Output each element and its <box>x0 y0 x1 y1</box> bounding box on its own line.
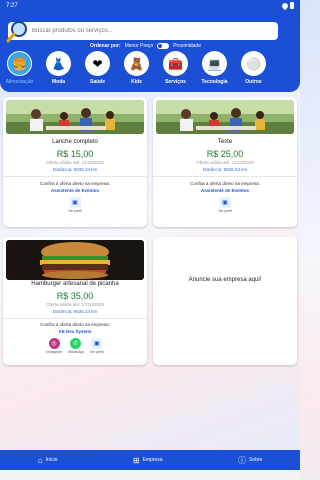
instagram-button[interactable]: ◎ Instagram <box>46 338 62 354</box>
category-label: Serviços <box>165 79 186 85</box>
category-label: Kids <box>131 79 142 85</box>
category-label: Outros <box>245 79 262 85</box>
offer-card[interactable]: Hamburger artesanal de picanha R$ 35,00 … <box>3 237 147 365</box>
nav-empresa[interactable]: ⊞ Empresa <box>133 456 163 465</box>
category-label: Moda <box>51 79 66 85</box>
nav-label: Início <box>45 457 58 463</box>
status-bar: 7:27 <box>0 0 300 12</box>
offer-company-text: Confira a oferta direto na empresa: <box>40 322 110 327</box>
instagram-icon: ◎ <box>48 338 60 349</box>
bottom-nav: ⌂ Início ⊞ Empresa ⓘ Sobre <box>0 450 300 470</box>
category-label: Saúde <box>89 79 105 85</box>
category-moda[interactable]: 👗 Moda <box>45 51 72 91</box>
whatsapp-button[interactable]: ✆ WhatsApp <box>68 338 84 354</box>
search-input[interactable] <box>32 25 272 37</box>
category-saude[interactable]: ❤ Saúde <box>84 51 111 91</box>
offer-company-text: Confira a oferta direto na empresa: <box>40 181 110 186</box>
nav-sobre[interactable]: ⓘ Sobre <box>238 455 262 466</box>
offer-photo-family <box>6 100 144 134</box>
search-bar[interactable] <box>6 19 278 43</box>
category-kids[interactable]: 🧸 Kids <box>123 51 150 91</box>
offer-company-name: Assistente de Eventos <box>200 188 250 193</box>
sort-option-price[interactable]: Menor Preço <box>125 43 154 49</box>
offer-company-text: Confira a oferta direto na empresa: <box>190 181 260 186</box>
category-label: Tecnologia <box>201 79 228 85</box>
advertise-text: Anuncie sua empresa aqui! <box>188 277 262 283</box>
contact-label: Ver perfil <box>89 350 104 354</box>
toolbox-icon: 🧰 <box>163 51 188 76</box>
battery-icon <box>290 2 294 9</box>
offer-valid-date: Oferta válida até: 11/10/2025 <box>196 160 254 165</box>
nav-label: Sobre <box>248 457 263 463</box>
profile-icon: ▣ <box>69 197 81 208</box>
home-icon: ⌂ <box>37 455 43 465</box>
contact-label: Ver perfil <box>218 209 232 213</box>
offer-company-name: AE Dev System <box>58 329 92 334</box>
sort-option-proximity[interactable]: Proximidade <box>173 43 201 49</box>
profile-icon: ▣ <box>91 338 103 349</box>
offer-price: R$ 25,00 <box>206 149 244 159</box>
offer-company-name: Assistente de Eventos <box>50 188 100 193</box>
offer-card[interactable]: Lanche completo R$ 15,00 Oferta válida a… <box>3 97 147 227</box>
profile-button[interactable]: ▣ Ver perfil <box>68 197 82 213</box>
category-label: Alimentação <box>5 79 34 85</box>
sort-label: Ordenar por: <box>90 43 121 49</box>
offer-title: Teste <box>217 139 233 145</box>
offer-photo-family <box>156 100 294 134</box>
whatsapp-icon: ✆ <box>70 338 82 349</box>
dress-icon: 👗 <box>46 51 71 76</box>
offer-distance: Distância: 9835.34 km <box>52 167 98 172</box>
contact-label: Ver perfil <box>68 209 82 213</box>
profile-button[interactable]: ▣ Ver perfil <box>218 197 232 213</box>
nav-label: Empresa <box>142 457 163 463</box>
category-outros[interactable]: ⚪ Outros <box>240 51 267 91</box>
laptop-icon: 💻 <box>202 51 227 76</box>
divider <box>153 176 297 177</box>
info-icon: ⓘ <box>237 455 246 465</box>
divider <box>3 318 147 319</box>
building-icon: ⊞ <box>132 455 140 465</box>
contact-label: WhatsApp <box>67 350 84 354</box>
app-header: 7:27 Ordenar por: Menor Preço Proximidad… <box>0 0 300 92</box>
offer-valid-date: Oferta válida até: 11/10/2025 <box>46 160 104 165</box>
profile-icon: ▣ <box>219 197 231 208</box>
wifi-icon <box>280 1 290 10</box>
offer-price: R$ 35,00 <box>56 291 94 301</box>
offer-valid-date: Oferta válida até: 17/10/2025 <box>45 302 105 307</box>
offer-card[interactable]: Teste R$ 25,00 Oferta válida até: 11/10/… <box>153 97 297 227</box>
contact-label: Instagram <box>46 350 62 354</box>
search-icon[interactable] <box>6 19 30 43</box>
offer-title: Lanche completo <box>52 139 98 145</box>
food-icon: 🍔 <box>7 51 32 76</box>
status-time: 7:27 <box>6 3 18 9</box>
category-alimentacao[interactable]: 🍔 Alimentação <box>6 51 33 91</box>
category-tecnologia[interactable]: 💻 Tecnologia <box>201 51 228 91</box>
offer-price: R$ 15,00 <box>56 149 94 159</box>
nav-home[interactable]: ⌂ Início <box>38 456 58 465</box>
others-icon: ⚪ <box>241 51 266 76</box>
sort-toggle[interactable] <box>157 43 170 49</box>
category-list: 🍔 Alimentação 👗 Moda ❤ Saúde 🧸 Kids 🧰 Se… <box>6 51 296 91</box>
offer-title: Hamburger artesanal de picanha <box>31 281 119 287</box>
heart-icon: ❤ <box>85 51 110 76</box>
offer-distance: Distância: 9835.34 km <box>52 309 98 314</box>
offer-photo-burger <box>6 240 144 280</box>
system-nav-bar <box>0 470 300 480</box>
toy-icon: 🧸 <box>124 51 149 76</box>
sort-row: Ordenar por: Menor Preço Proximidade <box>90 42 201 50</box>
offer-distance: Distância: 9835.34 km <box>202 167 248 172</box>
advertise-card[interactable]: Anuncie sua empresa aqui! <box>153 237 297 365</box>
category-servicos[interactable]: 🧰 Serviços <box>162 51 189 91</box>
divider <box>3 176 147 177</box>
profile-button[interactable]: ▣ Ver perfil <box>90 338 104 354</box>
